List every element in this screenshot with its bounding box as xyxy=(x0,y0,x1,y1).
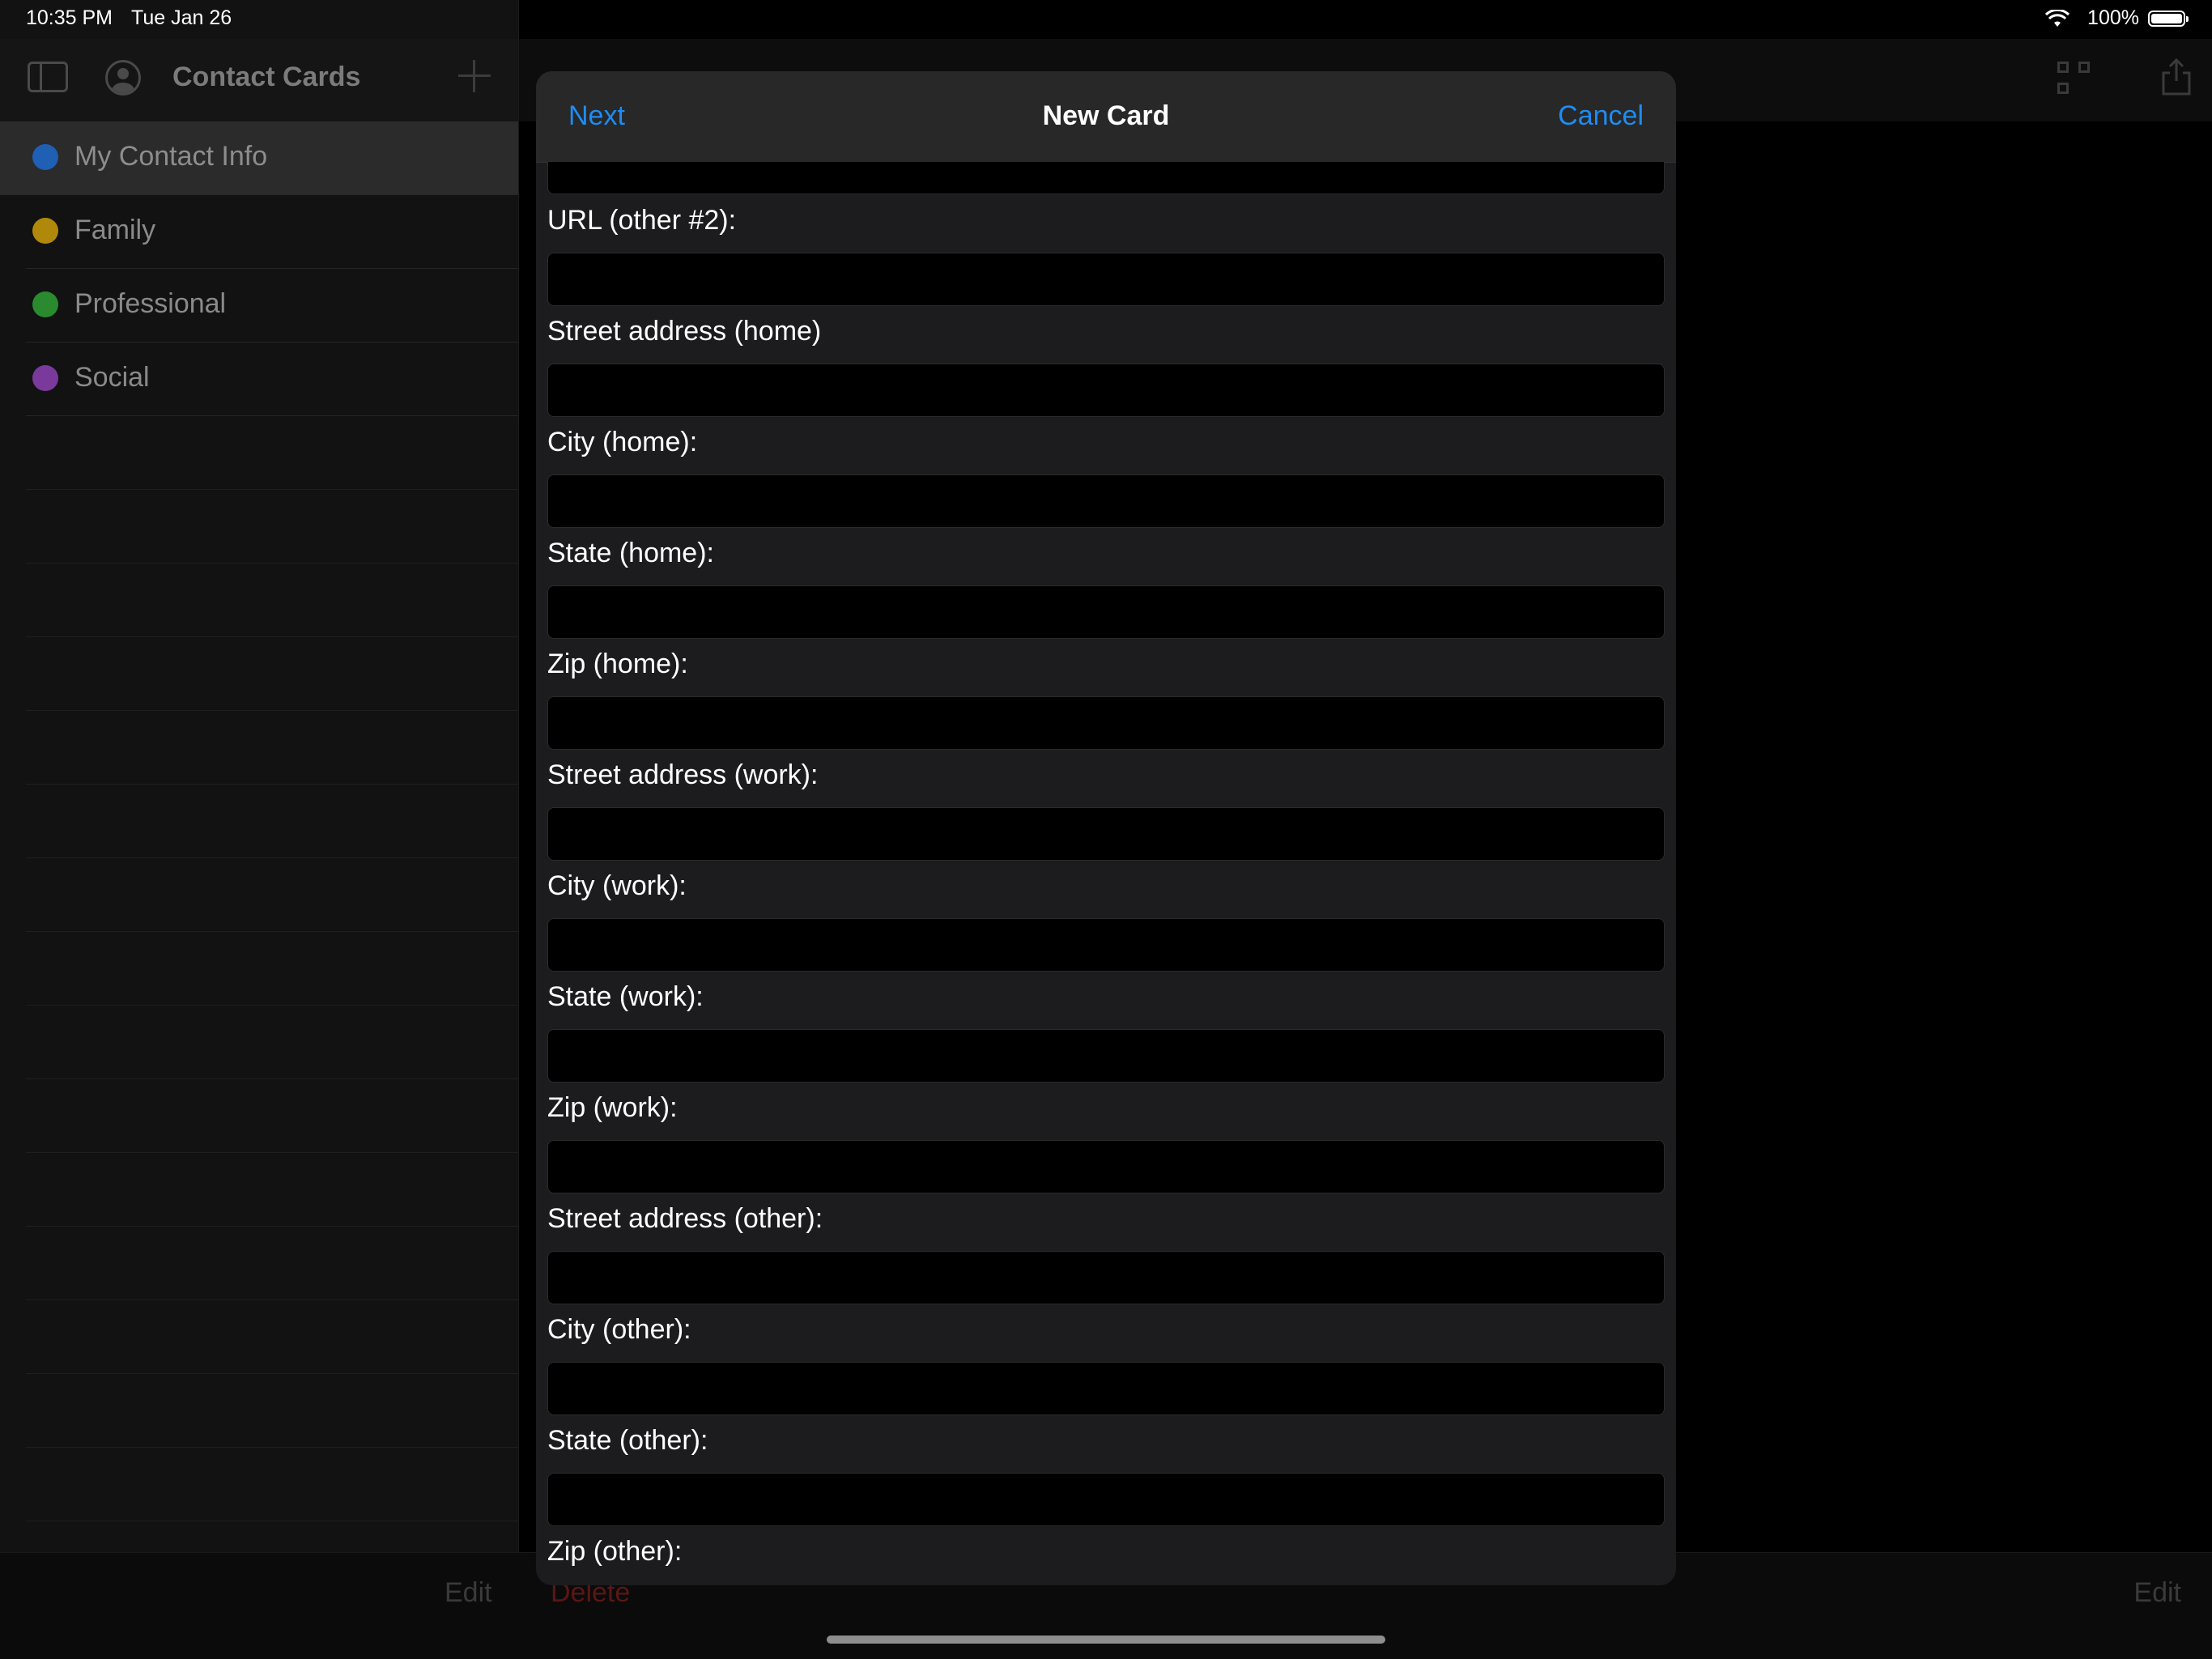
empty-row xyxy=(26,858,518,932)
text-field[interactable] xyxy=(547,162,1665,194)
empty-row xyxy=(26,711,518,785)
empty-row xyxy=(26,1448,518,1521)
field-label: Street address (home) xyxy=(547,316,822,347)
state-work-field[interactable] xyxy=(547,1029,1665,1083)
form-field: Zip (home): xyxy=(547,646,1665,750)
home-indicator[interactable] xyxy=(827,1636,1385,1644)
field-label: City (other): xyxy=(547,1314,691,1345)
profile-icon[interactable] xyxy=(105,60,141,96)
field-label: City (home): xyxy=(547,427,698,457)
field-label: Street address (other): xyxy=(547,1203,823,1234)
field-label: State (work): xyxy=(547,981,704,1012)
form-field: Zip (other): xyxy=(547,1534,1665,1569)
share-icon[interactable] xyxy=(2160,57,2193,97)
edit-button[interactable]: Edit xyxy=(445,1577,492,1609)
battery-icon xyxy=(2148,11,2189,27)
color-dot xyxy=(32,218,58,244)
form-field: City (work): xyxy=(547,868,1665,972)
form-field: City (other): xyxy=(547,1312,1665,1415)
field-label: Street address (work): xyxy=(547,759,819,790)
qr-code-icon[interactable] xyxy=(2057,62,2093,97)
state-other-field[interactable] xyxy=(547,1473,1665,1526)
color-dot xyxy=(32,365,58,391)
sidebar-navbar: Contact Cards xyxy=(0,39,518,121)
wifi-icon xyxy=(2045,10,2069,27)
street-home-field[interactable] xyxy=(547,364,1665,417)
form-field: Street address (home) xyxy=(547,313,1665,417)
empty-row xyxy=(26,490,518,564)
sidebar-item-social[interactable]: Social xyxy=(26,342,518,416)
sidebar: Contact Cards My Contact Info Family Pro… xyxy=(0,0,519,1658)
sidebar-item-my-contact-info[interactable]: My Contact Info xyxy=(0,121,518,195)
empty-row xyxy=(26,637,518,711)
empty-row xyxy=(26,1006,518,1079)
form-field: State (home): xyxy=(547,535,1665,639)
status-time: 10:35 PM xyxy=(26,6,113,29)
sidebar-item-family[interactable]: Family xyxy=(26,195,518,269)
empty-row xyxy=(26,932,518,1006)
field-label: City (work): xyxy=(547,870,687,901)
zip-home-field[interactable] xyxy=(547,696,1665,750)
empty-row xyxy=(26,564,518,637)
empty-row xyxy=(26,1227,518,1300)
modal-header: Next New Card Cancel xyxy=(536,71,1676,163)
edit-detail-button[interactable]: Edit xyxy=(2133,1577,2181,1609)
form-field: State (other): xyxy=(547,1423,1665,1526)
zip-work-field[interactable] xyxy=(547,1140,1665,1193)
empty-row xyxy=(26,1153,518,1227)
city-other-field[interactable] xyxy=(547,1362,1665,1415)
city-home-field[interactable] xyxy=(547,474,1665,528)
form-field: State (work): xyxy=(547,979,1665,1083)
cancel-button[interactable]: Cancel xyxy=(1558,100,1644,132)
form-field: Street address (other): xyxy=(547,1201,1665,1304)
street-other-field[interactable] xyxy=(547,1251,1665,1304)
url-other-2-field[interactable] xyxy=(547,253,1665,306)
sidebar-item-label: Social xyxy=(74,362,150,393)
contact-group-list: My Contact Info Family Professional Soci… xyxy=(0,121,518,1521)
sidebar-item-label: My Contact Info xyxy=(74,141,268,172)
empty-row xyxy=(26,785,518,858)
empty-row xyxy=(26,1079,518,1153)
new-card-modal: Next New Card Cancel URL (other #2): Str… xyxy=(536,71,1676,1585)
color-dot xyxy=(32,144,58,170)
sidebar-toggle-icon[interactable] xyxy=(28,62,68,92)
field-label: URL (other #2): xyxy=(547,205,737,236)
battery-percent: 100% xyxy=(2087,6,2139,29)
sidebar-item-professional[interactable]: Professional xyxy=(26,269,518,342)
empty-row xyxy=(26,1300,518,1374)
sidebar-item-label: Family xyxy=(74,215,156,245)
empty-row xyxy=(26,1374,518,1448)
form-field: Zip (work): xyxy=(547,1090,1665,1193)
sidebar-title: Contact Cards xyxy=(172,62,361,92)
empty-row xyxy=(26,416,518,490)
status-bar: 10:35 PM Tue Jan 26 100% xyxy=(0,0,2212,39)
city-work-field[interactable] xyxy=(547,918,1665,972)
street-work-field[interactable] xyxy=(547,807,1665,861)
form-scroll-area[interactable]: URL (other #2): Street address (home) Ci… xyxy=(536,162,1676,1585)
state-home-field[interactable] xyxy=(547,585,1665,639)
field-label: State (other): xyxy=(547,1425,708,1456)
form-field: URL (other #2): xyxy=(547,202,1665,306)
field-label: State (home): xyxy=(547,538,714,568)
field-label: Zip (work): xyxy=(547,1092,678,1123)
modal-title: New Card xyxy=(1042,100,1170,131)
field-label: Zip (other): xyxy=(547,1536,683,1567)
add-icon[interactable] xyxy=(458,60,491,92)
form-field: Street address (work): xyxy=(547,757,1665,861)
status-date: Tue Jan 26 xyxy=(131,6,232,29)
form-field: City (home): xyxy=(547,424,1665,528)
field-label: Zip (home): xyxy=(547,649,688,679)
color-dot xyxy=(32,291,58,317)
sidebar-item-label: Professional xyxy=(74,288,227,319)
